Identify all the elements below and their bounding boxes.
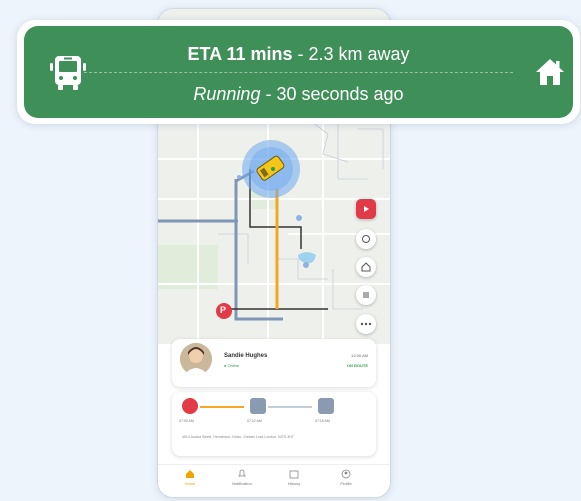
home-icon: [361, 262, 371, 272]
driver-card[interactable]: Sandie Hughes ● Online 12:00 AM ON ROUTE: [172, 339, 376, 387]
compass-icon: [362, 235, 370, 243]
profile-icon: [341, 469, 351, 479]
driver-status: ● Online: [224, 363, 240, 368]
nav-profile[interactable]: Profile: [324, 469, 368, 486]
nav-label: Profile: [340, 481, 352, 486]
nav-label: History: [287, 481, 301, 486]
last-updated: 30 seconds ago: [276, 84, 404, 104]
eta-status-line: Running - 30 seconds ago: [24, 84, 573, 105]
eta-separator: -: [260, 84, 277, 104]
eta-time: ETA 11 mins: [187, 44, 293, 64]
stop-time: 07:18 AM: [315, 419, 330, 423]
eta-separator: -: [292, 44, 309, 64]
stop-time: 07:00 AM: [179, 419, 194, 423]
stop-time: 07:12 AM: [247, 419, 262, 423]
route-remaining: [268, 406, 312, 408]
more-icon: [360, 322, 372, 326]
trip-address: 4514 Acacia Street, Henderson, Kelso, Gr…: [182, 435, 294, 439]
eta-summary: ETA 11 mins - 2.3 km away: [24, 44, 573, 65]
nav-history[interactable]: History: [272, 469, 316, 486]
layers-button[interactable]: [356, 285, 376, 305]
school-icon: [250, 398, 266, 414]
home-icon: [536, 59, 564, 85]
home-icon: [186, 470, 194, 478]
dropoff-icon: [318, 398, 334, 414]
avatar: [180, 343, 212, 375]
nav-label: Home: [184, 481, 196, 486]
layers-icon: [363, 292, 369, 298]
bottom-nav: Home Notification History Profile: [158, 464, 390, 497]
eta-distance: 2.3 km away: [308, 44, 410, 64]
bus-status: Running: [193, 84, 261, 104]
video-button[interactable]: [356, 199, 376, 219]
eta-banner-body: ETA 11 mins - 2.3 km away Running - 30 s…: [24, 26, 573, 118]
youtube-icon: [364, 206, 369, 212]
calendar-icon: [289, 470, 299, 479]
home-map-button[interactable]: [356, 257, 376, 277]
eta-notification[interactable]: ETA 11 mins - 2.3 km away Running - 30 s…: [17, 20, 580, 124]
nav-notification[interactable]: Notification: [220, 469, 264, 486]
eta-divider: [84, 72, 513, 73]
driver-name: Sandie Hughes: [224, 353, 268, 359]
driver-time: 12:00 AM: [351, 353, 368, 358]
bell-icon: [238, 469, 246, 477]
trip-card[interactable]: 07:00 AM 07:12 AM 07:18 AM 4514 Acacia S…: [172, 392, 376, 456]
parking-marker-label: P: [220, 305, 227, 315]
route-progress: [200, 406, 244, 408]
compass-button[interactable]: [356, 229, 376, 249]
more-button[interactable]: [356, 314, 376, 334]
driver-state: ON ROUTE: [346, 363, 368, 368]
nav-home[interactable]: Home: [168, 469, 212, 486]
nav-label: Notification: [232, 481, 252, 486]
pickup-pin-icon: [182, 398, 198, 414]
